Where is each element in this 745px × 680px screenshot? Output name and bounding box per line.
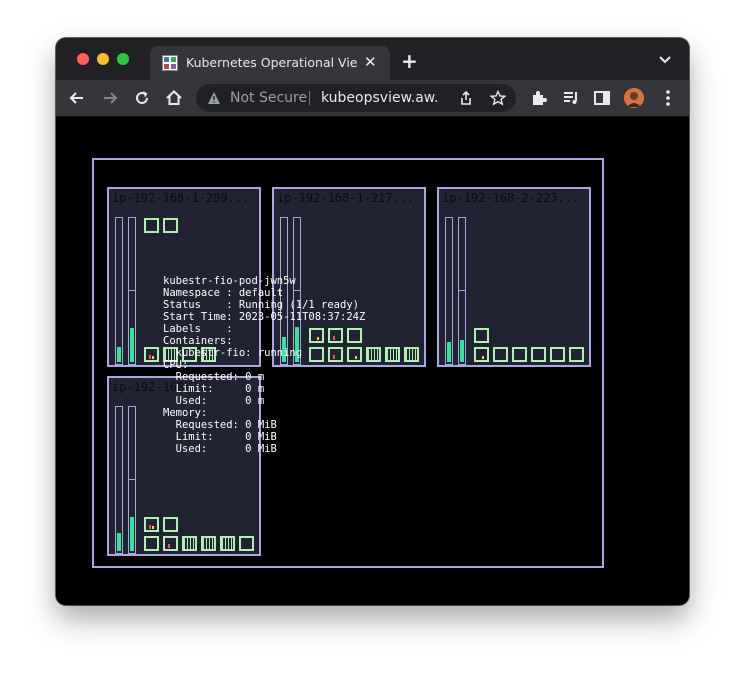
pod-box[interactable]: [493, 347, 508, 362]
tooltip-namespace: Namespace : default: [163, 287, 284, 299]
node-memory-bar: [128, 217, 136, 365]
pod-box[interactable]: [201, 536, 216, 551]
maximize-window-button[interactable]: [117, 53, 129, 65]
node-cpu-bar: [115, 406, 123, 554]
address-separator: [309, 91, 310, 105]
tooltip-mem-used: Used: 0 MiB: [163, 443, 277, 455]
node-cpu-bar: [115, 217, 123, 365]
more-menu-icon[interactable]: [658, 88, 678, 108]
pod-box[interactable]: [550, 347, 565, 362]
back-arrow-icon[interactable]: [67, 88, 87, 108]
home-icon[interactable]: [164, 88, 184, 108]
tooltip-mem-limit: Limit: 0 MiB: [163, 431, 277, 443]
node-cpu-bar: [445, 217, 453, 365]
tooltip-cpu-limit: Limit: 0 m: [163, 383, 265, 395]
close-window-button[interactable]: [77, 53, 89, 65]
tooltip-containers: Containers:: [163, 335, 233, 347]
node-name: ip-192-168-1-217...: [277, 191, 415, 205]
pod-box[interactable]: [512, 347, 527, 362]
page-content: ip-192-168-1-209... ip-192-168-1-217...: [56, 117, 689, 605]
pod-box[interactable]: [239, 536, 254, 551]
pod-box[interactable]: [220, 536, 235, 551]
pod-box[interactable]: [144, 536, 159, 551]
tooltip-start-time: Start Time: 2023-05-11T08:37:24Z: [163, 311, 366, 323]
url-text: kubeopsview.aw...: [321, 90, 439, 106]
pod-box[interactable]: [385, 347, 400, 362]
pod-box[interactable]: [144, 517, 159, 532]
pod-box[interactable]: [531, 347, 546, 362]
side-panel-icon[interactable]: [592, 88, 612, 108]
kube-ops-view-favicon: [162, 55, 178, 71]
minimize-window-button[interactable]: [97, 53, 109, 65]
pod-tooltip: kubestr-fio-pod-jwn5w Namespace : default…: [163, 275, 365, 455]
extensions-puzzle-icon[interactable]: [529, 88, 549, 108]
pod-box[interactable]: [163, 536, 178, 551]
tooltip-container: kubestr-fio: running: [163, 347, 303, 359]
node-name: ip-192-168-2-223...: [442, 191, 580, 205]
tooltip-status: Status : Running (1/1 ready): [163, 299, 359, 311]
close-icon[interactable]: ✕: [364, 54, 377, 70]
pod-box[interactable]: [474, 328, 489, 343]
browser-toolbar: Not Secure kubeopsview.aw...: [56, 80, 689, 117]
chevron-down-icon[interactable]: [658, 52, 672, 66]
share-icon[interactable]: [458, 90, 474, 106]
node-card[interactable]: ip-192-168-2-223...: [437, 187, 591, 367]
reload-icon[interactable]: [132, 88, 152, 108]
pod-box[interactable]: [366, 347, 381, 362]
tooltip-pod-name: kubestr-fio-pod-jwn5w: [163, 275, 296, 287]
pod-box[interactable]: [144, 347, 159, 362]
tooltip-labels: Labels :: [163, 323, 233, 335]
pod-box[interactable]: [569, 347, 584, 362]
pod-box[interactable]: [182, 536, 197, 551]
address-bar[interactable]: Not Secure kubeopsview.aw...: [196, 84, 516, 112]
tooltip-mem-requested: Requested: 0 MiB: [163, 419, 277, 431]
node-memory-bar: [128, 406, 136, 554]
pod-box[interactable]: [474, 347, 489, 362]
pod-box[interactable]: [163, 517, 178, 532]
tab-kubernetes-operational-view[interactable]: Kubernetes Operational View 2 ✕: [150, 46, 390, 80]
avatar[interactable]: [624, 88, 644, 108]
profile-avatar-icon: [624, 88, 644, 108]
security-label: Not Secure: [230, 90, 308, 106]
pod-box[interactable]: [144, 218, 159, 233]
media-control-icon[interactable]: [561, 88, 581, 108]
plus-icon[interactable]: +: [401, 51, 418, 71]
tooltip-memory: Memory:: [163, 407, 208, 419]
pod-box[interactable]: [404, 347, 419, 362]
node-memory-bar: [458, 217, 466, 365]
tab-strip: Kubernetes Operational View 2 ✕ +: [56, 38, 689, 80]
node-name: ip-192-168-1-209...: [112, 191, 250, 205]
warning-icon[interactable]: [207, 91, 221, 105]
bookmark-star-icon[interactable]: [490, 90, 506, 106]
forward-arrow-icon[interactable]: [100, 88, 120, 108]
tooltip-cpu-requested: Requested: 0 m: [163, 371, 265, 383]
tooltip-cpu-used: Used: 0 m: [163, 395, 265, 407]
pod-box[interactable]: [163, 218, 178, 233]
tooltip-cpu: CPU:: [163, 359, 189, 371]
browser-window: Kubernetes Operational View 2 ✕ +: [56, 38, 689, 605]
tab-title: Kubernetes Operational View 2: [186, 55, 358, 70]
